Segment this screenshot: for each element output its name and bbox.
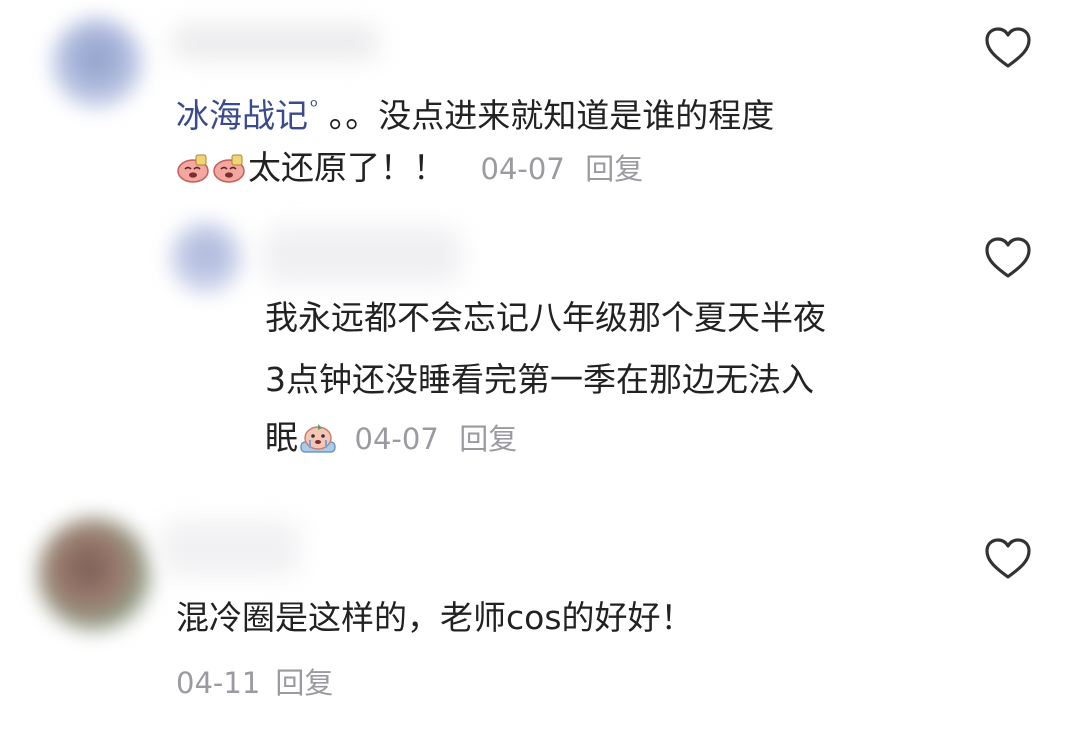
reply-date: 04-07 <box>354 422 439 456</box>
comment-date: 04-11 <box>176 666 261 700</box>
reply-button[interactable]: 回复 <box>459 422 517 456</box>
reply-line-2: 3点钟还没睡看完第一季在那边无法入 <box>265 360 814 399</box>
heart-icon[interactable] <box>984 537 1032 581</box>
reply-button[interactable]: 回复 <box>275 666 333 700</box>
reply-line-1: 我永远都不会忘记八年级那个夏天半夜 <box>265 298 826 337</box>
comment-text-line2: 太还原了！！ 04-07 回复 <box>176 136 643 201</box>
reply-line-3-text: 眠 <box>265 418 298 457</box>
pig-crying-emoji <box>300 424 336 453</box>
heart-icon[interactable] <box>984 236 1032 280</box>
reply-line-3: 眠 04-07 回复 <box>265 406 517 471</box>
username-blurred[interactable] <box>262 226 462 284</box>
comment-meta: 04-11 回复 <box>176 660 333 702</box>
comment-date: 04-07 <box>480 152 565 186</box>
avatar[interactable] <box>38 518 150 630</box>
avatar[interactable] <box>170 222 242 294</box>
username-blurred[interactable] <box>160 520 300 576</box>
username-blurred[interactable] <box>170 24 380 60</box>
mention-link[interactable]: 冰海战记 ᵒ <box>176 94 318 135</box>
pig-laugh-emoji <box>213 154 245 183</box>
comment-text: 混冷圈是这样的，老师cos的好好！ <box>176 598 694 637</box>
comment-body: 。。没点进来就知道是谁的程度 <box>328 96 775 135</box>
heart-icon[interactable] <box>984 26 1032 70</box>
comment-body-2: 太还原了！！ <box>248 148 446 187</box>
pig-laugh-emoji <box>177 154 209 183</box>
reply-button[interactable]: 回复 <box>585 152 643 186</box>
avatar[interactable] <box>52 18 142 108</box>
